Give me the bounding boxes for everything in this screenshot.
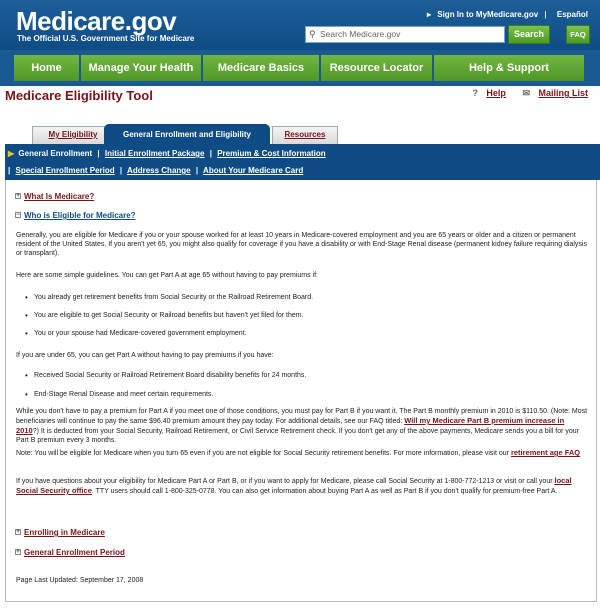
page-title: Medicare Eligibility Tool bbox=[5, 88, 153, 103]
expand-icon: + bbox=[15, 529, 21, 535]
search-button[interactable]: Search bbox=[508, 25, 550, 44]
faq-button[interactable]: FAQ bbox=[566, 25, 590, 44]
what-is-medicare-link[interactable]: What Is Medicare? bbox=[24, 192, 94, 201]
sub-nav: ▶ General Enrollment | Initial Enrollmen… bbox=[5, 144, 600, 180]
subnav-initial-enrollment[interactable]: Initial Enrollment Package bbox=[105, 149, 205, 158]
search-icon: ⚲ bbox=[309, 29, 316, 39]
content-panel: + What Is Medicare? − Who is Eligible for … bbox=[5, 180, 597, 602]
paragraph-guidelines: Here are some simple guidelines. You can… bbox=[16, 272, 318, 279]
gep-link[interactable]: General Enrollment Period bbox=[24, 548, 125, 557]
site-logo[interactable]: Medicare.gov bbox=[16, 6, 177, 37]
tab-my-eligibility[interactable]: My Eligibility bbox=[32, 126, 114, 144]
list-item: You or your spouse had Medicare-covered … bbox=[25, 329, 247, 338]
subnav-general-enrollment[interactable]: General Enrollment bbox=[18, 149, 92, 158]
site-header: Medicare.gov The Official U.S. Governmen… bbox=[0, 0, 600, 50]
current-arrow-icon: ▶ bbox=[8, 149, 15, 158]
subnav-medicare-card[interactable]: About Your Medicare Card bbox=[203, 166, 303, 175]
paragraph-part-b: While you don't have to pay a premium fo… bbox=[16, 408, 588, 444]
page-updated: Page Last Updated: September 17, 2008 bbox=[16, 577, 144, 584]
paragraph-questions: If you have questions about your eligibi… bbox=[16, 476, 572, 495]
toggle-gep[interactable]: + General Enrollment Period bbox=[15, 548, 125, 557]
toggle-enrolling[interactable]: + Enrolling in Medicare bbox=[15, 528, 105, 537]
paragraph-eligibility: Generally, you are eligible for Medicare… bbox=[16, 232, 587, 257]
paragraph-note: Note: You will be eligible for Medicare … bbox=[16, 448, 581, 457]
utility-links: ? Help ✉ Mailing List bbox=[458, 88, 588, 99]
toggle-what-is-medicare[interactable]: + What Is Medicare? bbox=[15, 192, 94, 201]
list-item: You are eligible to get Social Security … bbox=[25, 311, 304, 320]
signin-link[interactable]: Sign In to MyMedicare.gov bbox=[437, 10, 538, 19]
top-links: ▸ Sign In to MyMedicare.gov | Español bbox=[423, 10, 588, 19]
search-placeholder: Search Medicare.gov bbox=[320, 29, 401, 39]
tab-bar: My Eligibility General Enrollment and El… bbox=[14, 124, 586, 145]
mailing-list-link[interactable]: Mailing List bbox=[539, 88, 589, 98]
who-eligible-link[interactable]: Who is Eligible for Medicare? bbox=[24, 211, 136, 220]
site-tagline: The Official U.S. Government Site for Me… bbox=[17, 34, 195, 43]
tab-general-enrollment[interactable]: General Enrollment and Eligibility bbox=[104, 124, 270, 145]
nav-manage-your-health[interactable]: Manage Your Health bbox=[81, 55, 203, 81]
nav-home[interactable]: Home bbox=[14, 55, 81, 81]
nav-resource-locator[interactable]: Resource Locator bbox=[321, 55, 434, 81]
mail-icon: ✉ bbox=[522, 88, 530, 98]
list-item: End-Stage Renal Disease and meet certain… bbox=[25, 390, 213, 399]
espanol-link[interactable]: Español bbox=[557, 10, 588, 19]
subnav-row-2: | Special Enrollment Period | Address Ch… bbox=[8, 166, 304, 175]
paragraph-under-65: If you are under 65, you can get Part A … bbox=[16, 352, 274, 359]
expand-icon: + bbox=[15, 193, 21, 199]
main-nav: Home Manage Your Health Medicare Basics … bbox=[0, 50, 600, 86]
search-input[interactable]: ⚲ Search Medicare.gov bbox=[305, 26, 505, 43]
help-link[interactable]: Help bbox=[486, 88, 506, 98]
collapse-icon: − bbox=[15, 212, 21, 218]
subnav-special-enrollment[interactable]: Special Enrollment Period bbox=[15, 166, 114, 175]
enrolling-link[interactable]: Enrolling in Medicare bbox=[24, 528, 105, 537]
nav-help-support[interactable]: Help & Support bbox=[434, 55, 584, 81]
expand-icon: + bbox=[15, 549, 21, 555]
help-icon: ? bbox=[472, 88, 478, 98]
list-item: You already get retirement benefits from… bbox=[25, 293, 313, 302]
tab-resources[interactable]: Resources bbox=[272, 126, 338, 144]
retirement-faq-link[interactable]: retirement age FAQ bbox=[511, 448, 580, 457]
nav-medicare-basics[interactable]: Medicare Basics bbox=[203, 55, 321, 81]
arrow-right-icon: ▸ bbox=[427, 10, 432, 19]
list-item: Received Social Security or Railroad Ret… bbox=[25, 371, 306, 380]
divider: | bbox=[544, 10, 547, 19]
subnav-premium-cost[interactable]: Premium & Cost Information bbox=[217, 149, 325, 158]
subnav-row-1: ▶ General Enrollment | Initial Enrollmen… bbox=[8, 149, 326, 158]
subnav-address-change[interactable]: Address Change bbox=[127, 166, 191, 175]
toggle-who-eligible[interactable]: − Who is Eligible for Medicare? bbox=[15, 211, 136, 220]
